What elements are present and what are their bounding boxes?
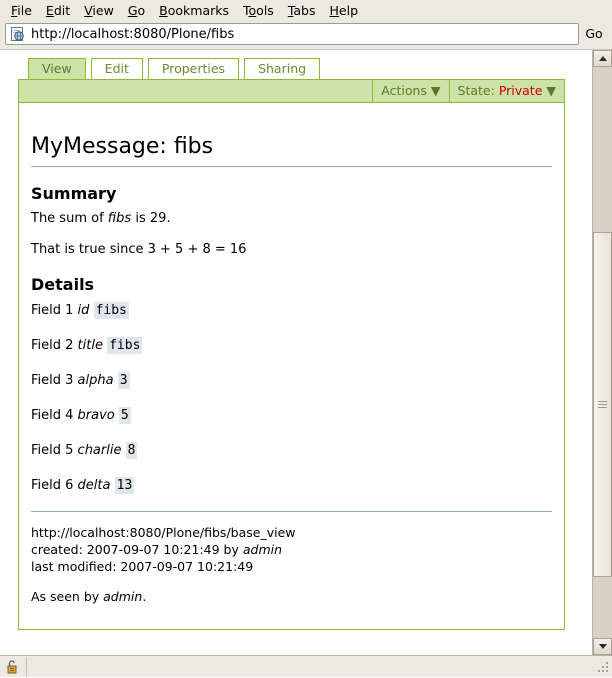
field-1-value: fibs bbox=[93, 302, 129, 319]
details-heading: Details bbox=[31, 275, 95, 294]
summary-heading: Summary bbox=[31, 184, 117, 203]
field-6-label: Field 6 bbox=[31, 478, 78, 493]
metadata-url: http://localhost:8080/Plone/fibs/base_vi… bbox=[31, 525, 296, 540]
field-5-name: charlie bbox=[77, 443, 122, 458]
viewport-row: View Edit Properties Sharing Actions ▼ S… bbox=[0, 49, 612, 655]
vertical-scrollbar[interactable] bbox=[592, 50, 612, 655]
detail-field-1: Field 1 id fibs bbox=[31, 301, 552, 320]
metadata-block: http://localhost:8080/Plone/fibs/base_vi… bbox=[31, 524, 552, 575]
detail-field-2: Field 2 title fibs bbox=[31, 336, 552, 355]
menu-bar: File Edit View Go Bookmarks Tools Tabs H… bbox=[0, 0, 612, 21]
address-bar[interactable]: http://localhost:8080/Plone/fibs bbox=[5, 23, 579, 45]
state-label: State: bbox=[457, 83, 499, 98]
state-menu[interactable]: State: Private ▼ bbox=[448, 80, 564, 102]
menu-go[interactable]: Go bbox=[121, 2, 152, 20]
chevron-down-icon: ▼ bbox=[542, 83, 556, 98]
summary-pre: The sum of bbox=[31, 211, 108, 226]
seen-by-user: admin bbox=[103, 589, 143, 604]
plone-site: View Edit Properties Sharing Actions ▼ S… bbox=[0, 50, 592, 655]
detail-field-4: Field 4 bravo 5 bbox=[31, 406, 552, 425]
tab-properties[interactable]: Properties bbox=[147, 58, 240, 79]
scrollbar-track[interactable] bbox=[593, 67, 612, 638]
menu-help[interactable]: Help bbox=[323, 2, 366, 20]
grip-icon bbox=[598, 399, 607, 410]
open-padlock-icon[interactable] bbox=[0, 656, 27, 677]
field-6-name: delta bbox=[77, 478, 111, 493]
chevron-down-icon bbox=[598, 644, 607, 649]
summary-line-2: That is true since 3 + 5 + 8 = 16 bbox=[31, 242, 247, 257]
summary-line-1: The sum of fibs is 29. bbox=[31, 210, 552, 227]
menu-tabs[interactable]: Tabs bbox=[281, 2, 323, 20]
metadata-created: created: 2007-09-07 10:21:49 by admin bbox=[31, 541, 552, 558]
seen-by-line: As seen by admin. bbox=[31, 588, 552, 605]
field-5-label: Field 5 bbox=[31, 443, 78, 458]
page-globe-icon bbox=[10, 26, 26, 42]
field-6-value: 13 bbox=[114, 477, 135, 494]
field-2-name: title bbox=[77, 338, 103, 353]
tab-sharing[interactable]: Sharing bbox=[244, 58, 321, 79]
content-action-bar: Actions ▼ State: Private ▼ bbox=[18, 79, 565, 103]
address-toolbar: http://localhost:8080/Plone/fibs Go bbox=[0, 21, 612, 49]
menu-file[interactable]: File bbox=[4, 2, 39, 20]
seen-by-period: . bbox=[142, 589, 147, 604]
actions-menu[interactable]: Actions ▼ bbox=[372, 80, 448, 102]
field-3-label: Field 3 bbox=[31, 373, 78, 388]
field-4-value: 5 bbox=[118, 407, 131, 424]
menu-view[interactable]: View bbox=[77, 2, 121, 20]
scroll-up-button[interactable] bbox=[593, 50, 612, 67]
window-resize-grip[interactable] bbox=[596, 660, 610, 674]
scroll-down-button[interactable] bbox=[593, 638, 612, 655]
field-1-name: id bbox=[77, 303, 90, 318]
tab-view[interactable]: View bbox=[28, 58, 86, 79]
summary-post: is 29. bbox=[131, 211, 171, 226]
field-2-label: Field 2 bbox=[31, 338, 78, 353]
field-4-name: bravo bbox=[77, 408, 115, 423]
status-bar bbox=[0, 655, 612, 677]
metadata-created-user: admin bbox=[242, 542, 283, 557]
field-5-value: 8 bbox=[125, 442, 138, 459]
content-body: MyMessage: fibs Summary The sum of fibs … bbox=[18, 103, 565, 630]
metadata-created-label: created: 2007-09-07 10:21:49 by bbox=[31, 542, 243, 557]
browser-window: File Edit View Go Bookmarks Tools Tabs H… bbox=[0, 0, 612, 677]
tab-edit[interactable]: Edit bbox=[90, 58, 143, 79]
page-title: MyMessage: fibs bbox=[31, 134, 552, 167]
chevron-up-icon bbox=[598, 56, 607, 61]
menu-tools[interactable]: Tools bbox=[236, 2, 281, 20]
scrollbar-thumb[interactable] bbox=[593, 232, 612, 577]
page-canvas: View Edit Properties Sharing Actions ▼ S… bbox=[0, 50, 592, 655]
field-1-label: Field 1 bbox=[31, 303, 78, 318]
summary-emphasis: fibs bbox=[107, 211, 132, 226]
menu-bookmarks[interactable]: Bookmarks bbox=[152, 2, 236, 20]
field-3-value: 3 bbox=[117, 372, 130, 389]
state-value: Private bbox=[498, 83, 543, 98]
detail-field-3: Field 3 alpha 3 bbox=[31, 371, 552, 390]
menu-edit[interactable]: Edit bbox=[39, 2, 77, 20]
metadata-divider bbox=[31, 511, 552, 512]
seen-by-label: As seen by bbox=[31, 589, 104, 604]
address-bar-text[interactable]: http://localhost:8080/Plone/fibs bbox=[31, 27, 234, 42]
field-4-label: Field 4 bbox=[31, 408, 78, 423]
go-button[interactable]: Go bbox=[579, 23, 609, 45]
content-tabs: View Edit Properties Sharing bbox=[18, 57, 592, 79]
metadata-modified: last modified: 2007-09-07 10:21:49 bbox=[31, 559, 254, 574]
field-2-value: fibs bbox=[107, 337, 143, 354]
detail-field-5: Field 5 charlie 8 bbox=[31, 441, 552, 460]
detail-field-6: Field 6 delta 13 bbox=[31, 476, 552, 495]
field-3-name: alpha bbox=[77, 373, 114, 388]
